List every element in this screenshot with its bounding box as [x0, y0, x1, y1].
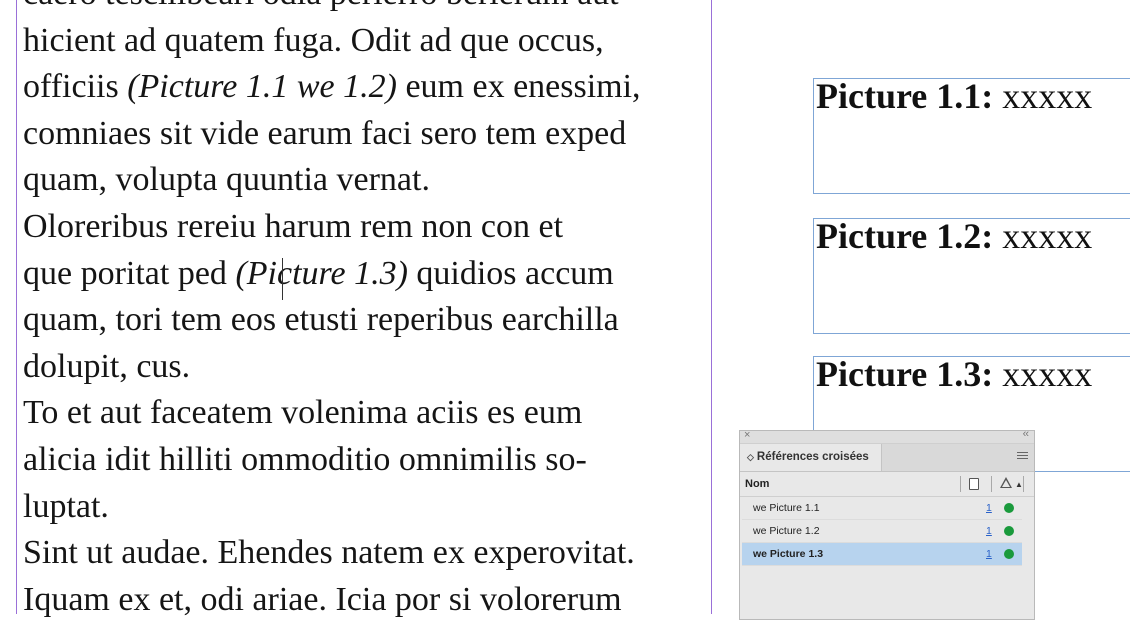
text-line: luptat. — [23, 487, 109, 525]
cross-references-panel: × ‹‹ ◇ Références croisées Nom ▲ we Pictu… — [739, 428, 1035, 620]
cross-reference-1-1[interactable]: (Picture 1.1 we 1.2) — [127, 68, 397, 105]
warning-icon[interactable] — [1000, 477, 1012, 488]
expand-arrows-icon: ◇ — [747, 452, 754, 462]
status-ok-icon — [1004, 549, 1014, 559]
caption-frame-1-1[interactable]: Picture 1.1: xxxxx — [813, 76, 1130, 194]
status-ok-icon — [1004, 503, 1014, 513]
panel-menu-icon[interactable] — [1017, 450, 1028, 461]
body-text[interactable]: caero tescillbearl odia perierro berieru… — [23, 0, 723, 623]
text-line: hicient ad quatem fuga. Odit ad que occu… — [23, 21, 604, 59]
text-line: quam, volupta quuntia vernat. — [23, 161, 430, 199]
panel-tabbar: ◇ Références croisées — [740, 444, 1034, 472]
close-icon[interactable]: × — [744, 429, 750, 441]
caption-frame-1-2[interactable]: Picture 1.2: xxxxx — [813, 216, 1130, 334]
page-icon[interactable] — [969, 478, 979, 490]
text-line: caero tescillbearl odia perierro berieru… — [23, 0, 723, 18]
list-item[interactable]: we Picture 1.2 1 — [742, 520, 1022, 543]
caption-1-2: Picture 1.2: xxxxx — [816, 216, 1093, 256]
text-line: dolupit, cus. — [23, 347, 191, 385]
text-line: alicia idit hilliti ommoditio omnimilis … — [23, 440, 587, 478]
cross-reference-1-3[interactable]: (Picture 1.3) — [235, 255, 407, 292]
column-name-header[interactable]: Nom — [745, 478, 769, 490]
tab-cross-references[interactable]: ◇ Références croisées — [740, 444, 882, 471]
page-link[interactable]: 1 — [986, 520, 992, 542]
column-divider — [1023, 476, 1024, 492]
panel-titlebar[interactable]: × ‹‹ — [740, 428, 1034, 444]
text-line: To et aut faceatem volenima aciis es eum — [23, 394, 583, 432]
caption-1-3: Picture 1.3: xxxxx — [816, 354, 1093, 394]
text-line: Oloreribus rereiu harum rem non con et — [23, 207, 564, 245]
page-link[interactable]: 1 — [986, 543, 992, 565]
list-item-selected[interactable]: we Picture 1.3 1 — [742, 543, 1022, 566]
status-ok-icon — [1004, 526, 1014, 536]
caption-1-1: Picture 1.1: xxxxx — [816, 76, 1093, 116]
page-link[interactable]: 1 — [986, 497, 992, 519]
column-header: Nom ▲ — [740, 472, 1034, 497]
collapse-icon[interactable]: ‹‹ — [1023, 428, 1029, 440]
column-divider — [960, 476, 961, 492]
text-line: quam, tori tem eos etusti reperibus earc… — [23, 301, 619, 339]
list-item[interactable]: we Picture 1.1 1 — [742, 497, 1022, 520]
text-line: Iquam ex et, odi ariae. Icia por si volo… — [23, 580, 622, 618]
text-line: Sint ut audae. Ehendes natem ex experovi… — [23, 534, 635, 572]
text-cursor — [282, 258, 283, 300]
cross-reference-list: we Picture 1.1 1 we Picture 1.2 1 we Pic… — [742, 497, 1022, 566]
column-divider — [991, 476, 992, 492]
layout-canvas: caero tescillbearl odia perierro berieru… — [0, 0, 1130, 620]
sort-ascending-icon: ▲ — [1015, 480, 1023, 489]
text-line: officiis (Picture 1.1 we 1.2) eum ex ene… — [23, 68, 641, 106]
text-line: que poritat ped (Picture 1.3) quidios ac… — [23, 254, 614, 292]
text-line: comniaes sit vide earum faci sero tem ex… — [23, 114, 627, 152]
